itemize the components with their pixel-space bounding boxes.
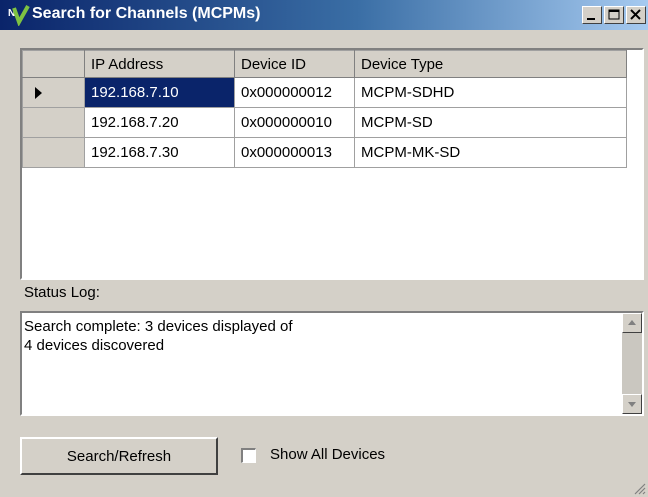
window-title: Search for Channels (MCPMs) xyxy=(32,5,261,22)
column-header-device-id[interactable]: Device ID xyxy=(234,50,355,78)
minimize-icon xyxy=(587,18,595,20)
cell-device-id[interactable]: 0x000000010 xyxy=(234,107,355,138)
status-log-scrollbar[interactable] xyxy=(622,313,642,414)
table-row[interactable]: 192.168.7.10 0x000000012 MCPM-SDHD xyxy=(22,77,627,108)
device-grid: IP Address Device ID Device Type 192.168… xyxy=(20,48,644,280)
show-all-devices-label[interactable]: Show All Devices xyxy=(270,446,385,463)
scroll-up-arrow-icon xyxy=(628,320,636,325)
scroll-up-button[interactable] xyxy=(622,313,642,333)
maximize-icon xyxy=(608,9,620,20)
status-log-text: Search complete: 3 devices displayed of … xyxy=(24,318,293,354)
scrollbar-track[interactable] xyxy=(622,333,642,394)
show-all-devices-checkbox[interactable] xyxy=(241,448,256,463)
table-row[interactable]: 192.168.7.20 0x000000010 MCPM-SD xyxy=(22,107,627,138)
close-icon xyxy=(630,9,641,20)
scroll-down-button[interactable] xyxy=(622,394,642,414)
search-channels-window: N Search for Channels (MCPMs) IP Address… xyxy=(0,0,648,497)
cell-device-type[interactable]: MCPM-MK-SD xyxy=(354,137,627,168)
column-header-ip[interactable]: IP Address xyxy=(84,50,235,78)
grid-corner xyxy=(22,50,85,78)
cell-device-type[interactable]: MCPM-SDHD xyxy=(354,77,627,108)
cell-ip[interactable]: 192.168.7.30 xyxy=(84,137,235,168)
cell-ip[interactable]: 192.168.7.20 xyxy=(84,107,235,138)
cell-device-id[interactable]: 0x000000012 xyxy=(234,77,355,108)
device-table: IP Address Device ID Device Type 192.168… xyxy=(22,50,627,168)
title-bar[interactable]: N Search for Channels (MCPMs) xyxy=(0,0,648,30)
column-header-device-type[interactable]: Device Type xyxy=(354,50,627,78)
resize-grip-icon[interactable] xyxy=(632,481,646,495)
close-button[interactable] xyxy=(626,6,646,24)
maximize-button[interactable] xyxy=(604,6,624,24)
nv-logo-icon: N xyxy=(8,4,30,27)
current-row-arrow-icon xyxy=(35,87,42,100)
row-header[interactable] xyxy=(22,77,85,108)
status-log-label: Status Log: xyxy=(24,284,100,301)
table-row[interactable]: 192.168.7.30 0x000000013 MCPM-MK-SD xyxy=(22,137,627,168)
cell-ip[interactable]: 192.168.7.10 xyxy=(84,77,235,108)
status-log-box[interactable]: Search complete: 3 devices displayed of … xyxy=(20,311,644,416)
header-row: IP Address Device ID Device Type xyxy=(22,50,627,78)
cell-device-type[interactable]: MCPM-SD xyxy=(354,107,627,138)
minimize-button[interactable] xyxy=(582,6,602,24)
scroll-down-arrow-icon xyxy=(628,402,636,407)
row-header[interactable] xyxy=(22,137,85,168)
row-header[interactable] xyxy=(22,107,85,138)
search-refresh-button[interactable]: Search/Refresh xyxy=(20,437,218,475)
cell-device-id[interactable]: 0x000000013 xyxy=(234,137,355,168)
